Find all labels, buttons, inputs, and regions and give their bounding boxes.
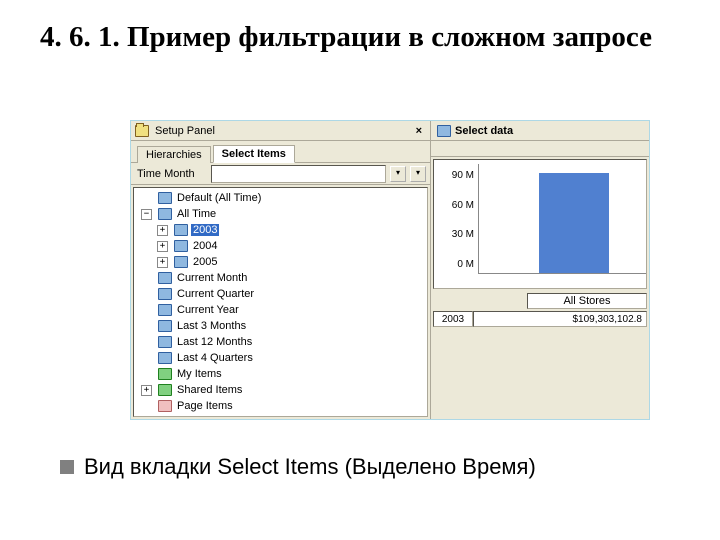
legend-row: All Stores xyxy=(433,293,647,309)
tree-spacer xyxy=(141,337,152,348)
y-tick: 90 M xyxy=(452,170,474,181)
tree-label: Current Year xyxy=(175,304,241,316)
tree-spacer xyxy=(141,273,152,284)
tree-spacer xyxy=(141,305,152,316)
tree-row-myitems[interactable]: My Items xyxy=(134,366,427,382)
item-icon xyxy=(174,240,188,252)
tree-spacer xyxy=(141,369,152,380)
data-panel-title: Select data xyxy=(455,125,513,137)
y-tick: 60 M xyxy=(452,200,474,211)
tree-label: Last 12 Months xyxy=(175,336,254,348)
tree-label: Shared Items xyxy=(175,384,244,396)
y-tick: 0 M xyxy=(457,259,474,270)
folder-icon xyxy=(158,384,172,396)
tree-row-2005[interactable]: + 2005 xyxy=(134,254,427,270)
item-icon xyxy=(158,192,172,204)
chart-area: 90 M 60 M 30 M 0 M xyxy=(433,159,647,289)
tree-label: 2004 xyxy=(191,240,219,252)
tree-row-curquarter[interactable]: Current Quarter xyxy=(134,286,427,302)
item-icon xyxy=(158,320,172,332)
tree-label: Default (All Time) xyxy=(175,192,263,204)
tree-label: Last 3 Months xyxy=(175,320,248,332)
tree-label: Page Items xyxy=(175,400,235,412)
tree-row-last12m[interactable]: Last 12 Months xyxy=(134,334,427,350)
tree-label: All Time xyxy=(175,208,218,220)
panel-tabs: Hierarchies Select Items xyxy=(131,141,430,163)
tree-row-curmonth[interactable]: Current Month xyxy=(134,270,427,286)
bullet-text: Вид вкладки Select Items (Выделено Время… xyxy=(84,454,536,480)
expand-icon[interactable]: + xyxy=(157,241,168,252)
tree-row-2003[interactable]: + 2003 xyxy=(134,222,427,238)
tree-row-shareditems[interactable]: + Shared Items xyxy=(134,382,427,398)
expand-icon[interactable]: + xyxy=(157,257,168,268)
tree-spacer xyxy=(141,401,152,412)
cell-value: $109,303,102.8 xyxy=(473,311,647,327)
y-axis: 90 M 60 M 30 M 0 M xyxy=(438,160,474,288)
tree-spacer xyxy=(141,353,152,364)
tree-row-last3m[interactable]: Last 3 Months xyxy=(134,318,427,334)
item-icon xyxy=(174,256,188,268)
dimension-label: Time Month xyxy=(131,168,211,180)
tree-label: Current Quarter xyxy=(175,288,256,300)
chart-plot xyxy=(478,164,646,274)
expand-icon[interactable]: + xyxy=(141,385,152,396)
tree-spacer xyxy=(141,321,152,332)
tree-label: My Items xyxy=(175,368,224,380)
collapse-icon[interactable]: − xyxy=(141,209,152,220)
tree-label: Current Month xyxy=(175,272,249,284)
tab-hierarchies[interactable]: Hierarchies xyxy=(137,146,211,163)
toolbar-spacer xyxy=(431,141,649,157)
dimension-dropdown-icon[interactable]: ▾ xyxy=(390,166,406,182)
setup-panel-header: Setup Panel × xyxy=(131,121,430,141)
item-icon xyxy=(174,224,188,236)
setup-panel-label: Setup Panel xyxy=(155,125,215,137)
tree-row-alltime[interactable]: − All Time xyxy=(134,206,427,222)
item-icon xyxy=(158,304,172,316)
slide-bullet: Вид вкладки Select Items (Выделено Время… xyxy=(60,454,650,480)
tree-row-2004[interactable]: + 2004 xyxy=(134,238,427,254)
item-icon xyxy=(158,352,172,364)
tree-label: 2005 xyxy=(191,256,219,268)
item-icon xyxy=(158,288,172,300)
bar-2003 xyxy=(539,173,609,273)
folder-icon xyxy=(135,125,149,137)
folder-icon xyxy=(158,400,172,412)
dimension-row: Time Month ▾ ▾ xyxy=(131,163,430,185)
folder-icon xyxy=(158,368,172,380)
tree-row-last4q[interactable]: Last 4 Quarters xyxy=(134,350,427,366)
column-header: All Stores xyxy=(527,293,647,309)
tree-spacer xyxy=(141,289,152,300)
bullet-icon xyxy=(60,460,74,474)
data-panel: Select data 90 M 60 M 30 M 0 M All Store… xyxy=(431,121,649,419)
dimension-input[interactable] xyxy=(211,165,386,183)
slide-title: 4. 6. 1. Пример фильтрации в сложном зап… xyxy=(40,20,680,55)
item-icon xyxy=(158,208,172,220)
data-row: 2003 $109,303,102.8 xyxy=(433,311,647,327)
tree-row-default[interactable]: Default (All Time) xyxy=(134,190,427,206)
items-tree[interactable]: Default (All Time) − All Time + 2003 + 2… xyxy=(133,187,428,417)
data-panel-header: Select data xyxy=(431,121,649,141)
app-screenshot: Setup Panel × Hierarchies Select Items T… xyxy=(130,120,650,420)
row-header: 2003 xyxy=(433,311,473,327)
close-icon[interactable]: × xyxy=(412,125,426,137)
tree-label-selected: 2003 xyxy=(191,224,219,236)
tree-row-pageitems[interactable]: Page Items xyxy=(134,398,427,414)
y-tick: 30 M xyxy=(452,229,474,240)
database-icon xyxy=(437,125,451,137)
tree-row-curyear[interactable]: Current Year xyxy=(134,302,427,318)
setup-panel: Setup Panel × Hierarchies Select Items T… xyxy=(131,121,431,419)
dimension-menu-icon[interactable]: ▾ xyxy=(410,166,426,182)
expand-icon[interactable]: + xyxy=(157,225,168,236)
tab-select-items[interactable]: Select Items xyxy=(213,145,295,163)
tree-label: Last 4 Quarters xyxy=(175,352,255,364)
item-icon xyxy=(158,336,172,348)
item-icon xyxy=(158,272,172,284)
tree-spacer xyxy=(141,193,152,204)
